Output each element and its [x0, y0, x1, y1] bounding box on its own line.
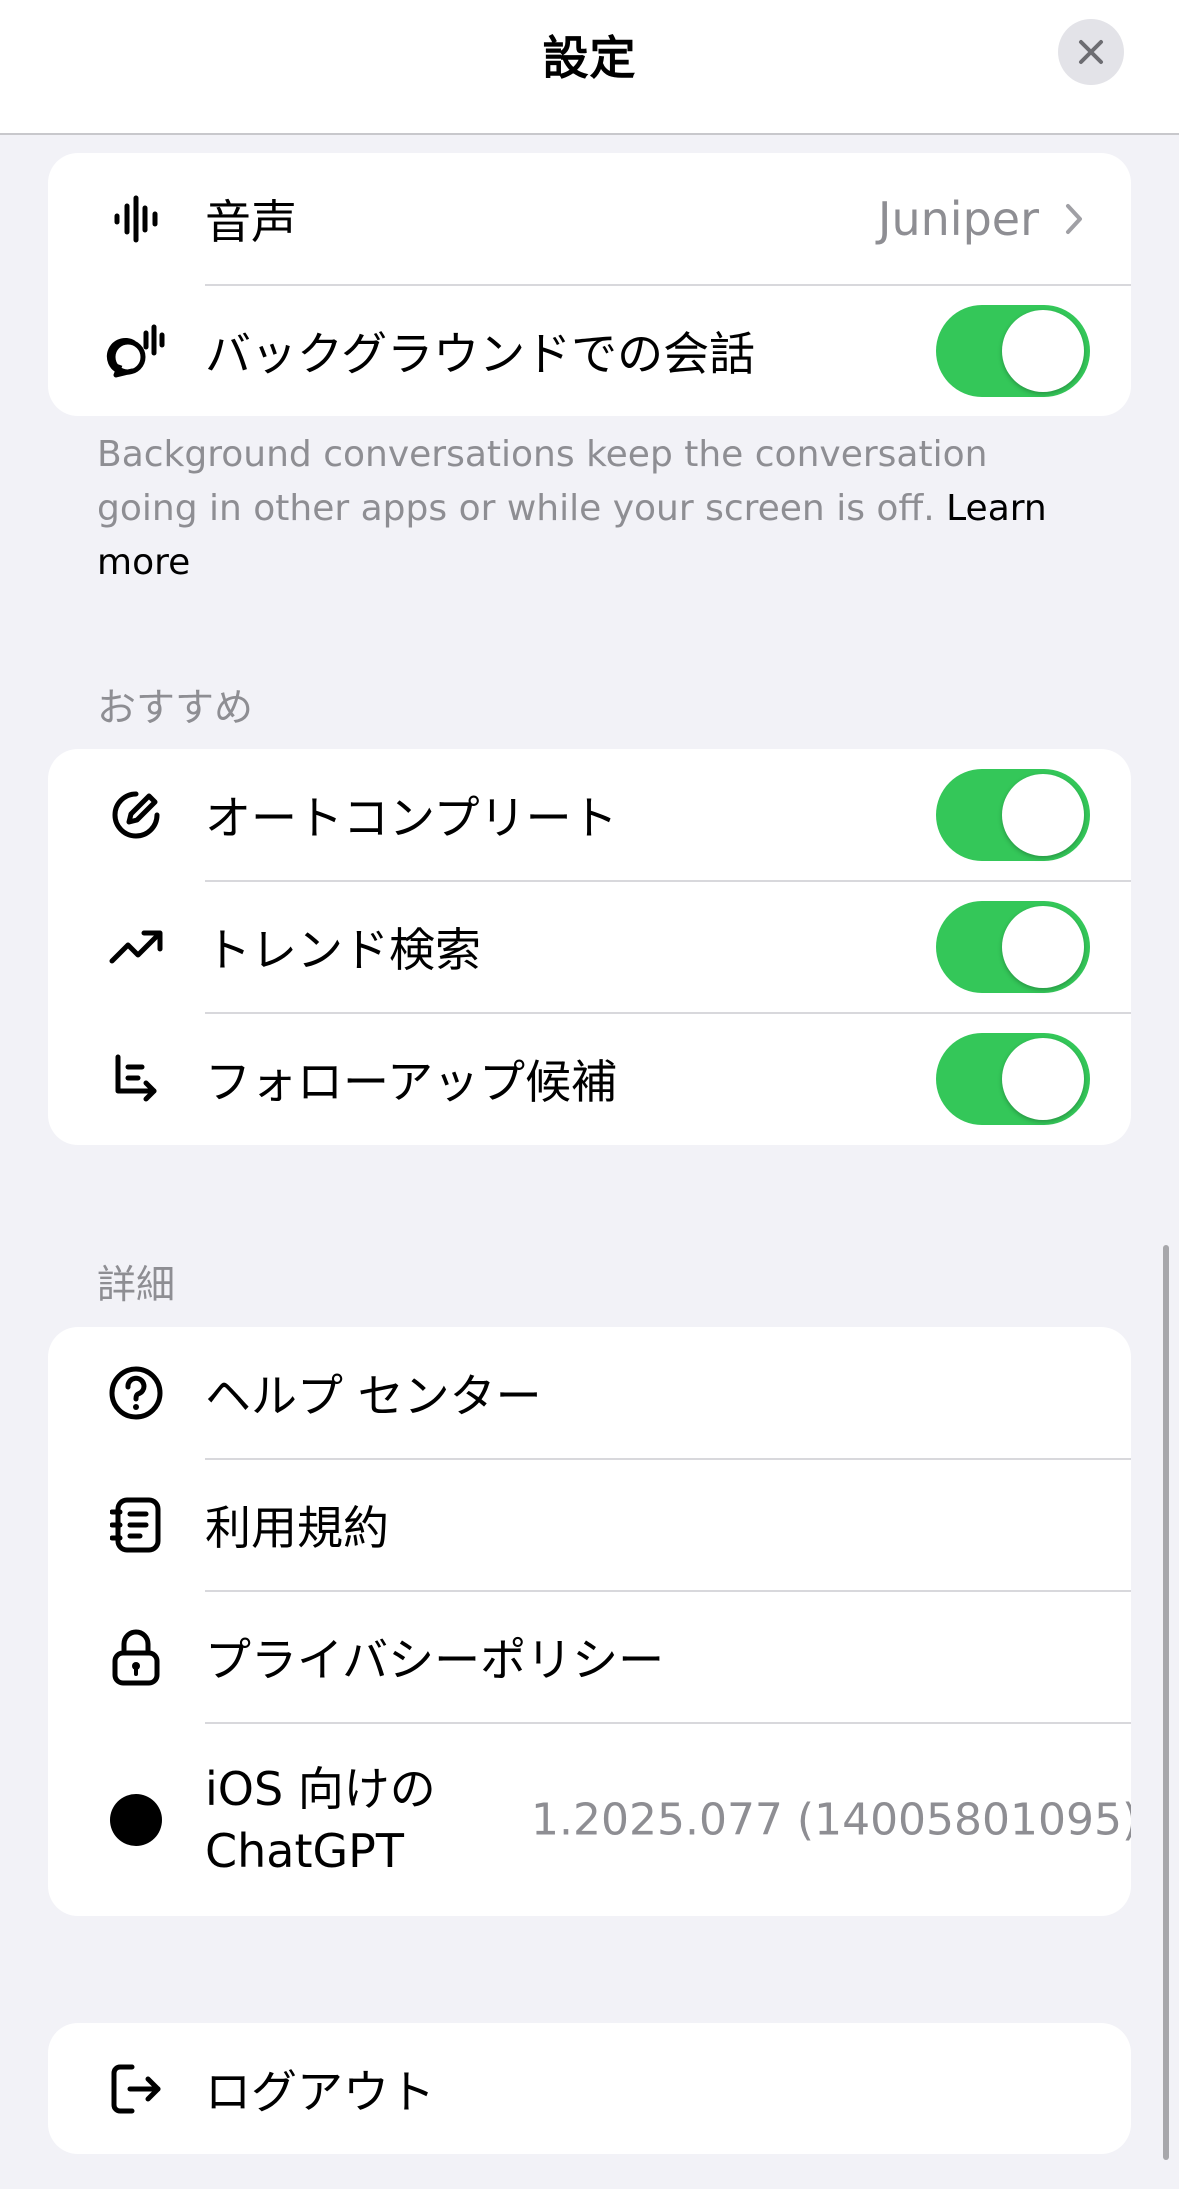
speech-bubble-waveform-icon: [106, 321, 166, 381]
close-button[interactable]: [1058, 19, 1124, 85]
follow-up-row: フォローアップ候補: [48, 1013, 1131, 1145]
nav-header: 設定: [0, 0, 1179, 135]
recommend-group: オートコンプリート トレンド検索 フォローアップ候補: [48, 749, 1131, 1145]
trending-search-row: トレンド検索: [48, 881, 1131, 1013]
toggle-knob: [1002, 310, 1084, 392]
logout-label: ログアウト: [205, 2064, 435, 2119]
app-name-label: iOS 向けの ChatGPT: [205, 1758, 436, 1882]
openai-logo-icon: [106, 1790, 166, 1850]
follow-up-toggle[interactable]: [936, 1033, 1090, 1125]
chevron-right-icon: [1065, 203, 1083, 235]
privacy-policy-row[interactable]: プライバシーポリシー: [48, 1591, 1131, 1723]
background-conversation-toggle[interactable]: [936, 305, 1090, 397]
page-title: 設定: [542, 31, 637, 85]
trending-search-toggle[interactable]: [936, 901, 1090, 993]
voice-settings-group: 音声 Juniper バックグラウンドでの会話: [48, 153, 1131, 416]
scrollbar[interactable]: [1163, 1245, 1169, 2160]
waveform-icon: [106, 189, 166, 249]
question-circle-icon: [106, 1363, 166, 1423]
voice-selected-name: Juniper: [877, 192, 1039, 246]
xmark-icon: [1077, 38, 1105, 66]
privacy-policy-label: プライバシーポリシー: [205, 1633, 665, 1687]
autocomplete-label: オートコンプリート: [205, 791, 618, 845]
terms-label: 利用規約: [205, 1501, 389, 1555]
section-title-recommend: おすすめ: [97, 686, 254, 731]
app-version-value: 1.2025.077 (14005801095): [531, 1794, 1131, 1845]
toggle-knob: [1002, 1038, 1084, 1120]
logout-row[interactable]: ログアウト: [48, 2023, 1131, 2154]
pen-bubble-icon: [106, 785, 166, 845]
logout-arrow-icon: [106, 2059, 166, 2119]
help-center-label: ヘルプ センター: [205, 1369, 542, 1423]
trending-search-label: トレンド検索: [205, 923, 481, 977]
background-conversation-label: バックグラウンドでの会話: [205, 327, 756, 381]
details-group: ヘルプ センター 利用規約 プライバシーポリシー iOS 向けの ChatGPT…: [48, 1327, 1131, 1916]
follow-up-label: フォローアップ候補: [205, 1055, 618, 1109]
autocomplete-toggle[interactable]: [936, 769, 1090, 861]
voice-row[interactable]: 音声 Juniper: [48, 153, 1131, 285]
app-version-row: iOS 向けの ChatGPT 1.2025.077 (14005801095): [48, 1723, 1131, 1916]
notebook-icon: [106, 1495, 166, 1555]
app-name-line1: iOS 向けの: [205, 1761, 436, 1816]
toggle-knob: [1002, 906, 1084, 988]
follow-up-arrow-icon: [106, 1049, 166, 1109]
section-title-details: 詳細: [97, 1263, 176, 1308]
lock-icon: [106, 1627, 166, 1687]
voice-label: 音声: [205, 195, 297, 249]
logout-group: ログアウト: [48, 2023, 1131, 2154]
voice-value: Juniper: [878, 192, 1083, 246]
app-name-line2: ChatGPT: [205, 1823, 404, 1878]
help-center-row[interactable]: ヘルプ センター: [48, 1327, 1131, 1459]
terms-row[interactable]: 利用規約: [48, 1459, 1131, 1591]
trending-up-arrow-icon: [106, 917, 166, 977]
background-conversation-footnote: Background conversations keep the conver…: [97, 428, 1097, 590]
footnote-text: Background conversations keep the conver…: [97, 434, 988, 529]
toggle-knob: [1002, 774, 1084, 856]
autocomplete-row: オートコンプリート: [48, 749, 1131, 881]
background-conversation-row: バックグラウンドでの会話: [48, 285, 1131, 416]
